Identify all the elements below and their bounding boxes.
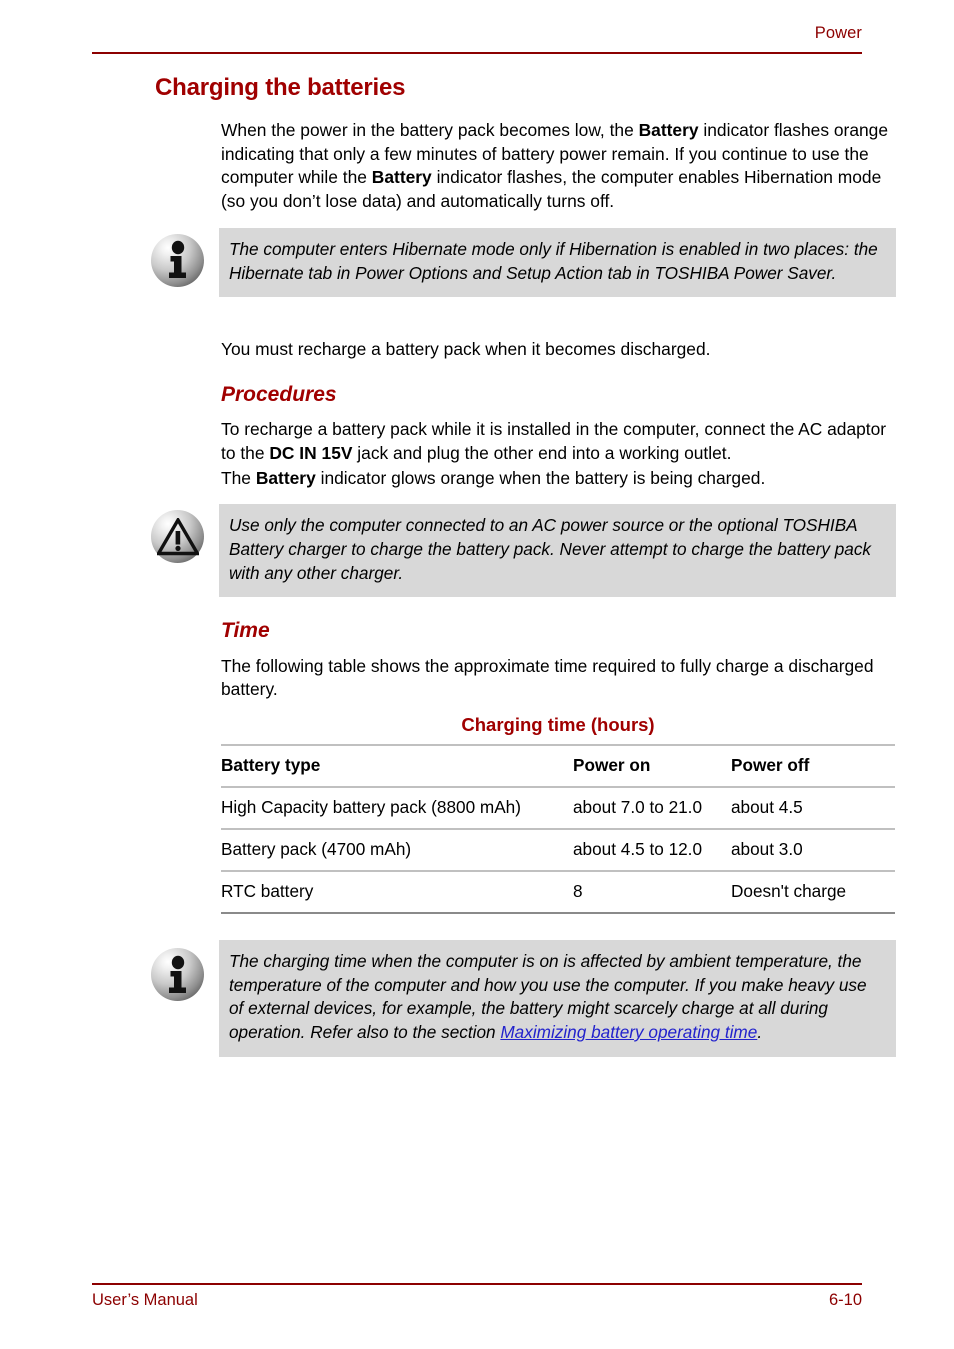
subheading-procedures: Procedures xyxy=(221,382,337,406)
caution-note: Use only the computer connected to an AC… xyxy=(0,504,954,600)
indicator-text-2: indicator glows orange when the battery … xyxy=(315,467,766,488)
charging-time-table: Battery type Power on Power off High Cap… xyxy=(221,744,895,915)
caution-icon xyxy=(151,510,204,564)
note-text: The charging time when the computer is o… xyxy=(229,950,882,1044)
subheading-time: Time xyxy=(221,619,270,643)
table-row: RTC battery 8 Doesn't charge xyxy=(221,871,895,915)
intro-text-1: When the power in the battery pack becom… xyxy=(221,119,639,140)
cell-power-off: about 4.5 xyxy=(731,787,895,831)
table-row: Battery pack (4700 mAh) about 4.5 to 12.… xyxy=(221,829,895,873)
table-header-row: Battery type Power on Power off xyxy=(221,744,895,789)
info-icon xyxy=(151,233,204,287)
cell-battery-type: Battery pack (4700 mAh) xyxy=(221,829,573,873)
indicator-text-1: The xyxy=(221,467,256,488)
footer: User’s Manual 6-10 xyxy=(92,1291,862,1310)
procedures-text-2: jack and plug the other end into a worki… xyxy=(352,442,732,463)
indicator-bold-1: Battery xyxy=(255,467,316,488)
procedures-paragraph: To recharge a battery pack while it is i… xyxy=(221,418,893,466)
running-header: Power xyxy=(814,24,862,42)
procedures-bold-1: DC IN 15V xyxy=(269,442,353,463)
caution-box: Use only the computer connected to an AC… xyxy=(219,504,896,598)
indicator-paragraph: The Battery indicator glows orange when … xyxy=(221,467,893,491)
cell-power-off: about 3.0 xyxy=(731,829,895,873)
intro-bold-2: Battery xyxy=(371,167,432,188)
cell-battery-type: RTC battery xyxy=(221,871,573,915)
recharge-paragraph: You must recharge a battery pack when it… xyxy=(221,338,711,359)
cell-battery-type: High Capacity battery pack (8800 mAh) xyxy=(221,787,573,831)
table-caption: Charging time (hours) xyxy=(461,714,655,736)
header-rule xyxy=(92,52,862,54)
note-box: The charging time when the computer is o… xyxy=(219,940,896,1057)
intro-paragraph: When the power in the battery pack becom… xyxy=(221,119,893,214)
footer-page-number: 6-10 xyxy=(828,1291,862,1309)
page-content: Charging the batteries When the power in… xyxy=(0,74,954,1080)
caution-text: Use only the computer connected to an AC… xyxy=(229,515,872,583)
note-hibernate: The computer enters Hibernate mode only … xyxy=(0,227,954,324)
column-header-battery-type: Battery type xyxy=(221,744,573,789)
cell-power-on: 8 xyxy=(573,871,731,915)
cell-power-on: about 7.0 to 21.0 xyxy=(573,787,731,831)
intro-bold-1: Battery xyxy=(638,119,699,140)
cell-power-on: about 4.5 to 12.0 xyxy=(573,829,731,873)
time-paragraph: The following table shows the approximat… xyxy=(221,655,874,700)
table-row: High Capacity battery pack (8800 mAh) ab… xyxy=(221,787,895,831)
footer-rule xyxy=(92,1283,862,1285)
info-icon xyxy=(151,948,204,1002)
note-charging-time: The charging time when the computer is o… xyxy=(0,940,954,1080)
column-header-power-on: Power on xyxy=(573,744,731,789)
manual-page: Power Charging the batteries When the po… xyxy=(0,0,954,1349)
column-header-power-off: Power off xyxy=(731,744,895,789)
note-text-after-link: . xyxy=(757,1021,763,1042)
footer-manual-label: User’s Manual xyxy=(92,1291,198,1309)
link-maximizing-battery-operating-time[interactable]: Maximizing battery operating time xyxy=(500,1022,757,1042)
note-box: The computer enters Hibernate mode only … xyxy=(219,227,896,298)
note-text: The computer enters Hibernate mode only … xyxy=(229,238,878,283)
page-title: Charging the batteries xyxy=(155,74,406,101)
cell-power-off: Doesn't charge xyxy=(731,871,895,915)
